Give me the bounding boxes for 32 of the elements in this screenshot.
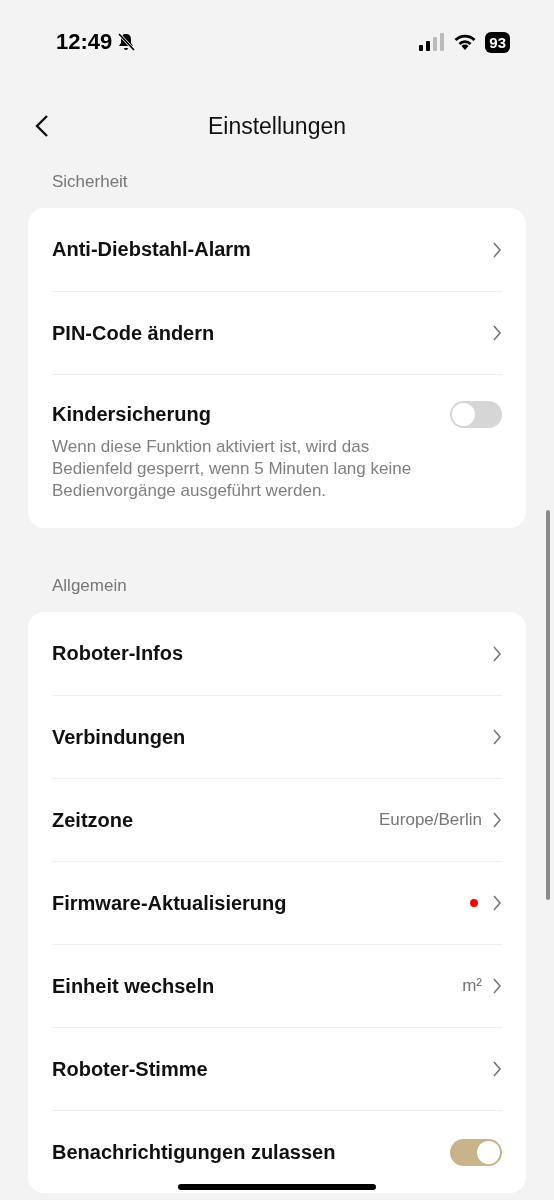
setting-label: Kindersicherung [52,403,212,426]
setting-label: PIN-Code ändern [52,321,216,345]
chevron-right-icon [492,324,502,342]
setting-value: m² [462,976,482,997]
muted-bell-icon [116,32,137,52]
chevron-right-icon [492,894,502,913]
back-icon [35,114,49,138]
chevron-right-icon [492,1060,502,1079]
setting-label: Zeitzone [52,808,135,832]
section-title: Sicherheit [51,171,129,193]
setting-label: Firmware-Aktualisierung [52,891,288,915]
setting-description: Wenn diese Funktion aktiviert ist, wird das Bedienfeld gesperrt, wenn 5 Minuten lang keine Bedienvorgänge ausgeführt werden. [52,436,413,503]
toggle-switch[interactable] [450,1138,502,1166]
status-time: 12:49 [56,29,113,55]
chevron-right-icon [492,644,502,663]
battery-level: 93 [485,31,510,53]
chevron-right-icon [492,728,502,747]
setting-label: Anti-Diebstahl-Alarm [52,238,252,261]
setting-label: Roboter-Infos [52,642,185,666]
setting-label: Einheit wechseln [52,974,216,998]
chevron-right-icon [492,811,502,830]
wifi-icon [453,33,478,51]
chevron-right-icon [492,240,502,259]
section-title: Allgemein [51,575,128,598]
signal-icon [419,33,446,51]
setting-label: Benachrichtigungen zulassen [52,1140,337,1164]
chevron-right-icon [492,977,502,996]
page-title: Einstellungen [207,112,347,140]
toggle-switch[interactable] [450,401,502,428]
setting-label: Verbindungen [52,725,187,749]
setting-label: Roboter-Stimme [52,1057,209,1081]
setting-value: Europe/Berlin [379,810,482,831]
